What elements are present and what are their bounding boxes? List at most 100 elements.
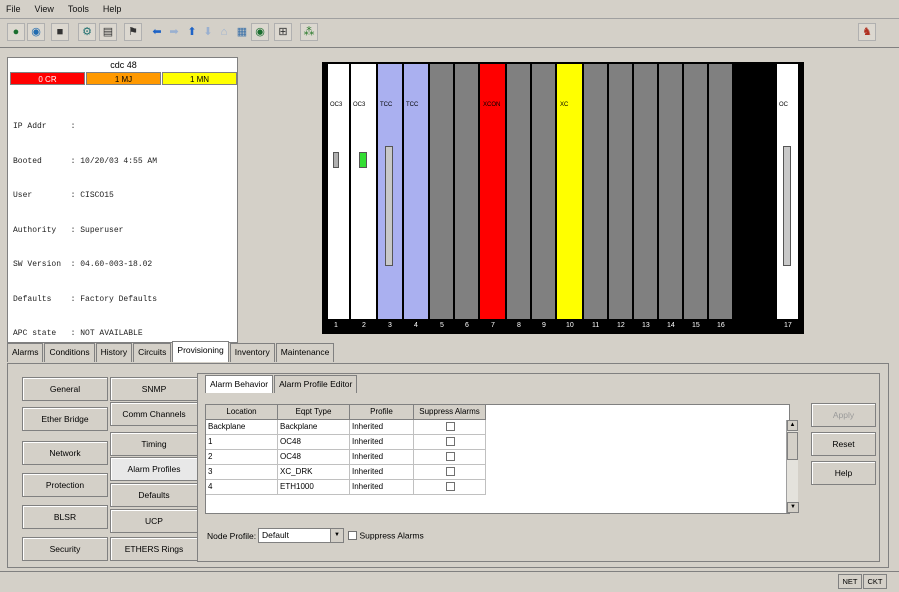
card-slot-15[interactable] xyxy=(684,64,708,319)
net-status: NET xyxy=(838,574,862,589)
card-slot-2[interactable]: OC3 xyxy=(351,64,377,319)
col-location[interactable]: Location xyxy=(206,405,278,420)
suppress-checkbox[interactable] xyxy=(446,422,455,431)
network-button[interactable]: Network xyxy=(22,441,108,465)
help-button[interactable]: Help xyxy=(811,461,876,485)
tab-inventory[interactable]: Inventory xyxy=(229,343,275,362)
security-button[interactable]: Security xyxy=(22,537,108,561)
suppress-alarms-label: Suppress Alarms xyxy=(359,530,424,541)
card-slot-8[interactable] xyxy=(507,64,531,319)
card-slot-17[interactable]: OC xyxy=(777,64,799,319)
scroll-thumb[interactable] xyxy=(787,432,798,460)
card-slot-6[interactable] xyxy=(455,64,479,319)
save-icon[interactable]: ▤ xyxy=(99,23,117,41)
home-icon[interactable]: ⌂ xyxy=(215,23,233,41)
card-slot-16[interactable] xyxy=(709,64,733,319)
col-profile[interactable]: Profile xyxy=(350,405,414,420)
info-user: User : CISCO15 xyxy=(13,191,114,200)
col-eqpt-type[interactable]: Eqpt Type xyxy=(278,405,350,420)
chevron-down-icon[interactable]: ▼ xyxy=(330,529,343,542)
node-profile-label: Node Profile: xyxy=(207,531,257,541)
card-slot-12[interactable] xyxy=(609,64,633,319)
tab-provisioning[interactable]: Provisioning xyxy=(172,341,229,362)
suppress-checkbox[interactable] xyxy=(446,467,455,476)
card-slot-11[interactable] xyxy=(584,64,608,319)
ether-bridge-button[interactable]: Ether Bridge xyxy=(22,407,108,431)
add-node-icon[interactable]: ⊞ xyxy=(274,23,292,41)
main-tabs: Alarms Conditions History Circuits Provi… xyxy=(7,341,335,363)
tree-icon[interactable]: ⁂ xyxy=(300,23,318,41)
ethers-rings-button[interactable]: ETHERS Rings xyxy=(110,537,198,561)
status-bar xyxy=(0,571,899,592)
flag-icon[interactable]: ⚑ xyxy=(124,23,142,41)
snmp-button[interactable]: SNMP xyxy=(110,377,198,401)
tab-alarms[interactable]: Alarms xyxy=(7,343,44,362)
card-slot-5[interactable] xyxy=(430,64,454,319)
node-profile-select[interactable]: Default ▼ xyxy=(258,528,344,543)
globe-icon[interactable]: ● xyxy=(7,23,25,41)
card-slot-7[interactable]: XCON xyxy=(480,64,506,319)
table-row[interactable]: 2 OC48 Inherited xyxy=(206,450,486,465)
card-slot-4[interactable]: TCC xyxy=(404,64,429,319)
network-icon[interactable]: ◉ xyxy=(27,23,45,41)
menu-tools[interactable]: Tools xyxy=(68,4,89,14)
critical-alarm-count[interactable]: 0 CR xyxy=(10,72,85,85)
user-icon[interactable]: ♞ xyxy=(858,23,876,41)
node-summary-panel: cdc 48 0 CR 1 MJ 1 MN IP Addr : Booted :… xyxy=(7,57,238,343)
refresh-icon[interactable]: ◉ xyxy=(251,23,269,41)
card-slot-10[interactable]: XC xyxy=(557,64,583,319)
table-row[interactable]: 4 ETH1000 Inherited xyxy=(206,480,486,495)
card-slot-14[interactable] xyxy=(659,64,683,319)
major-alarm-count[interactable]: 1 MJ xyxy=(86,72,161,85)
back-arrow-icon[interactable]: ⬅ xyxy=(148,23,166,41)
suppress-checkbox[interactable] xyxy=(446,437,455,446)
card-slot-13[interactable] xyxy=(634,64,658,319)
tab-circuits[interactable]: Circuits xyxy=(133,343,172,362)
suppress-checkbox[interactable] xyxy=(446,452,455,461)
table-scrollbar[interactable]: ▲ ▼ xyxy=(786,420,799,513)
ucp-button[interactable]: UCP xyxy=(110,509,198,533)
menu-view[interactable]: View xyxy=(35,4,54,14)
tab-maintenance[interactable]: Maintenance xyxy=(275,343,335,362)
alarm-behavior-table: Location Eqpt Type Profile Suppress Alar… xyxy=(205,404,799,514)
info-sw-version: SW Version : 04.60-003-18.02 xyxy=(13,260,153,269)
suppress-alarms-checkbox[interactable] xyxy=(348,531,357,541)
defaults-button[interactable]: Defaults xyxy=(110,483,198,507)
card-slot-3[interactable]: TCC xyxy=(378,64,403,319)
tab-conditions[interactable]: Conditions xyxy=(44,343,95,362)
ckt-status: CKT xyxy=(863,574,887,589)
general-button[interactable]: General xyxy=(22,377,108,401)
info-authority: Authority : Superuser xyxy=(13,225,124,235)
table-row[interactable]: 1 OC48 Inherited xyxy=(206,435,486,450)
comm-channels-button[interactable]: Comm Channels xyxy=(110,402,198,426)
link-icon[interactable]: ⚙ xyxy=(78,23,96,41)
col-suppress-alarms[interactable]: Suppress Alarms xyxy=(414,405,486,420)
slot-number-row: 1 2 3 4 5 6 7 8 9 10 11 12 13 14 15 16 1… xyxy=(334,322,792,329)
apply-button[interactable]: Apply xyxy=(811,403,876,427)
scroll-up-arrow-icon[interactable]: ▲ xyxy=(787,420,798,431)
table-row[interactable]: Backplane Backplane Inherited xyxy=(206,420,486,435)
protection-button[interactable]: Protection xyxy=(22,473,108,497)
suppress-alarms-option[interactable]: Suppress Alarms xyxy=(348,530,424,541)
tab-alarm-profile-editor[interactable]: Alarm Profile Editor xyxy=(274,375,358,393)
menu-help[interactable]: Help xyxy=(103,4,122,14)
sub-tabs: Alarm Behavior Alarm Profile Editor xyxy=(205,375,358,393)
node-info: IP Addr : Booted : 10/20/03 4:55 AM User… xyxy=(13,98,157,363)
timing-button[interactable]: Timing xyxy=(110,432,198,456)
tab-alarm-behavior[interactable]: Alarm Behavior xyxy=(205,375,274,393)
minor-alarm-count[interactable]: 1 MN xyxy=(162,72,237,85)
blsr-button[interactable]: BLSR xyxy=(22,505,108,529)
scroll-down-arrow-icon[interactable]: ▼ xyxy=(787,502,799,513)
card-slot-9[interactable] xyxy=(532,64,556,319)
card-slot-1[interactable]: OC3 xyxy=(328,64,350,319)
tab-history[interactable]: History xyxy=(95,343,133,362)
menu-file[interactable]: File xyxy=(6,4,21,14)
suppress-checkbox[interactable] xyxy=(446,482,455,491)
reset-button[interactable]: Reset xyxy=(811,432,876,456)
table-row[interactable]: 3 XC_DRK Inherited xyxy=(206,465,486,480)
alarm-profiles-button[interactable]: Alarm Profiles xyxy=(110,457,198,481)
forward-arrow-icon[interactable]: ➡ xyxy=(165,23,183,41)
map-icon[interactable]: ▦ xyxy=(233,23,251,41)
lock-icon[interactable]: ■ xyxy=(51,23,69,41)
info-booted: Booted : 10/20/03 4:55 AM xyxy=(13,156,158,166)
